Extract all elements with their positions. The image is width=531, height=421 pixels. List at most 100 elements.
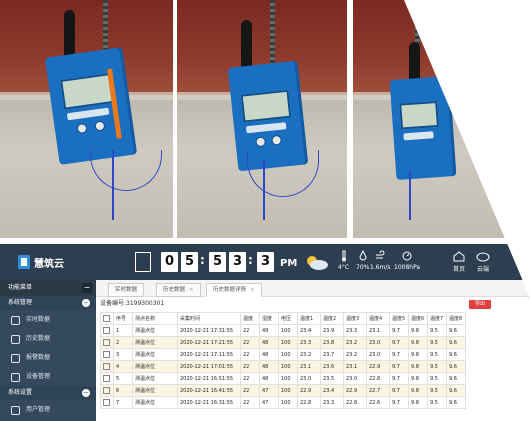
cloud-sun-icon: [307, 256, 328, 270]
table-cell: 7: [113, 396, 133, 409]
table-cell: 9.6: [446, 324, 466, 337]
table-cell: 9.7: [389, 348, 409, 361]
row-checkbox[interactable]: [103, 363, 110, 370]
tab-realtime[interactable]: 实时数据: [108, 283, 145, 297]
row-checkbox[interactable]: [103, 339, 110, 346]
table-cell: 23.5: [320, 372, 344, 385]
column-header: 测点名称: [132, 312, 178, 325]
table-cell: 6: [113, 384, 133, 397]
column-header: 温度: [240, 312, 260, 325]
clock-colon: :: [200, 253, 205, 267]
table-cell: 9.7: [389, 372, 409, 385]
table-cell: 22: [240, 348, 260, 361]
table-cell: 9.7: [389, 396, 409, 409]
export-button[interactable]: 导出: [469, 300, 491, 309]
table-cell: 9.5: [427, 372, 447, 385]
table-header: 序号 测点名称 采集时间 温度 湿度 电压 温度1 温度2 温度3 温度4 温度5 温度6 温度7 温度8: [100, 312, 466, 325]
table-cell: 23.1: [343, 360, 367, 373]
table-cell: 2020-12-21 17:21:55: [177, 336, 241, 349]
table-cell: 9.6: [446, 384, 466, 397]
table-cell: 23.3: [297, 336, 321, 349]
sidebar-section[interactable]: 系统管理 −: [0, 296, 96, 310]
table-cell: 9.8: [408, 348, 428, 361]
device-photo-2: [177, 0, 347, 238]
sidebar: 功能菜单 − 系统管理 − 实时数据 历史数据 报警数据 设备管理 系统设置 −…: [0, 280, 96, 421]
tab-history[interactable]: 历史数据 ×: [156, 283, 201, 297]
table-cell: 9.8: [408, 396, 428, 409]
home-button[interactable]: 首页: [452, 250, 466, 273]
table-cell: 23.1: [297, 360, 321, 373]
sidebar-item-label: 用户管理: [26, 406, 51, 413]
close-icon[interactable]: ×: [250, 287, 255, 293]
row-checkbox[interactable]: [103, 399, 110, 406]
table-cell: 9.6: [446, 360, 466, 373]
table-row[interactable]: 7 测温点位 2020-12-21 16:31:55 22 47 100 22.8 23.3 2…: [100, 396, 466, 409]
collapse-button[interactable]: −: [82, 283, 92, 293]
column-header: [100, 312, 114, 325]
row-checkbox[interactable]: [103, 387, 110, 394]
table-cell: 9.7: [389, 324, 409, 337]
table-cell: 47: [259, 384, 279, 397]
table-row[interactable]: 3 测温点位 2020-12-21 17:11:55 22 48 100 23.2 23.7 2…: [100, 348, 466, 361]
table-cell: 22.9: [343, 384, 367, 397]
table-cell: 23.3: [320, 396, 344, 409]
table-cell: 100: [278, 372, 298, 385]
table-cell: 100: [278, 360, 298, 373]
column-header: 温度7: [427, 312, 447, 325]
table-cell: 9.6: [446, 348, 466, 361]
table-cell: 23.2: [297, 348, 321, 361]
row-checkbox[interactable]: [103, 327, 110, 334]
select-all-checkbox[interactable]: [103, 315, 110, 322]
table-cell: 23.2: [343, 348, 367, 361]
humidity-icon: [359, 250, 367, 261]
close-icon[interactable]: ×: [189, 287, 194, 293]
table-cell: 5: [113, 372, 133, 385]
table-cell: 48: [259, 372, 279, 385]
table-cell: 100: [278, 348, 298, 361]
sidebar-item-device[interactable]: 设备管理: [0, 367, 96, 386]
table-cell: 47: [259, 396, 279, 409]
table-cell: 9.5: [427, 348, 447, 361]
clock-ampm: PM: [280, 258, 298, 269]
table-cell: [100, 372, 114, 385]
table-row[interactable]: 1 测温点位 2020-12-21 17:31:55 22 49 100 23.4 23.9 2…: [100, 324, 466, 337]
column-header: 温度1: [297, 312, 321, 325]
home-icon: [453, 251, 465, 262]
table-cell: 2020-12-21 16:51:55: [177, 372, 241, 385]
tab-history-detail[interactable]: 历史数据详情 ×: [206, 283, 262, 297]
sidebar-item-label: 实时数据: [26, 316, 51, 323]
sidebar-section[interactable]: 系统设置 −: [0, 386, 96, 400]
table-cell: 22.9: [297, 384, 321, 397]
sidebar-item-realtime[interactable]: 实时数据: [0, 310, 96, 329]
sidebar-item-history[interactable]: 历史数据: [0, 329, 96, 348]
table-cell: 9.7: [389, 336, 409, 349]
table-cell: 23.4: [297, 324, 321, 337]
device-photo-1: [0, 0, 173, 238]
collapse-icon: −: [82, 299, 90, 307]
table-cell: 9.5: [427, 360, 447, 373]
column-header: 电压: [278, 312, 298, 325]
table-cell: [100, 360, 114, 373]
sidebar-item-alarm[interactable]: 报警数据: [0, 348, 96, 367]
sidebar-item-label: 历史数据: [26, 335, 51, 342]
cloud-button[interactable]: 云端: [476, 250, 490, 273]
table-cell: 22: [240, 396, 260, 409]
table-cell: 2020-12-21 16:41:55: [177, 384, 241, 397]
pressure-icon: [402, 251, 412, 261]
sidebar-header-label: 功能菜单: [8, 284, 33, 291]
table-cell: 23.8: [320, 336, 344, 349]
row-checkbox[interactable]: [103, 375, 110, 382]
table-cell: 23.7: [320, 348, 344, 361]
table-row[interactable]: 6 测温点位 2020-12-21 16:41:55 22 47 100 22.9 23.4 2…: [100, 384, 466, 397]
row-checkbox[interactable]: [103, 351, 110, 358]
table-cell: 48: [259, 348, 279, 361]
wifi-icon: [11, 316, 20, 325]
table-cell: 9.5: [427, 396, 447, 409]
table-row[interactable]: 2 测温点位 2020-12-21 17:21:55 22 48 100 23.3 23.8 2…: [100, 336, 466, 349]
table-cell: 48: [259, 336, 279, 349]
sidebar-item-users[interactable]: 用户管理: [0, 400, 96, 419]
table-row[interactable]: 4 测温点位 2020-12-21 17:01:55 22 48 100 23.1 23.6 2…: [100, 360, 466, 373]
column-header: 温度3: [343, 312, 367, 325]
table-cell: 9.6: [446, 372, 466, 385]
table-row[interactable]: 5 测温点位 2020-12-21 16:51:55 22 48 100 23.0 23.5 2…: [100, 372, 466, 385]
